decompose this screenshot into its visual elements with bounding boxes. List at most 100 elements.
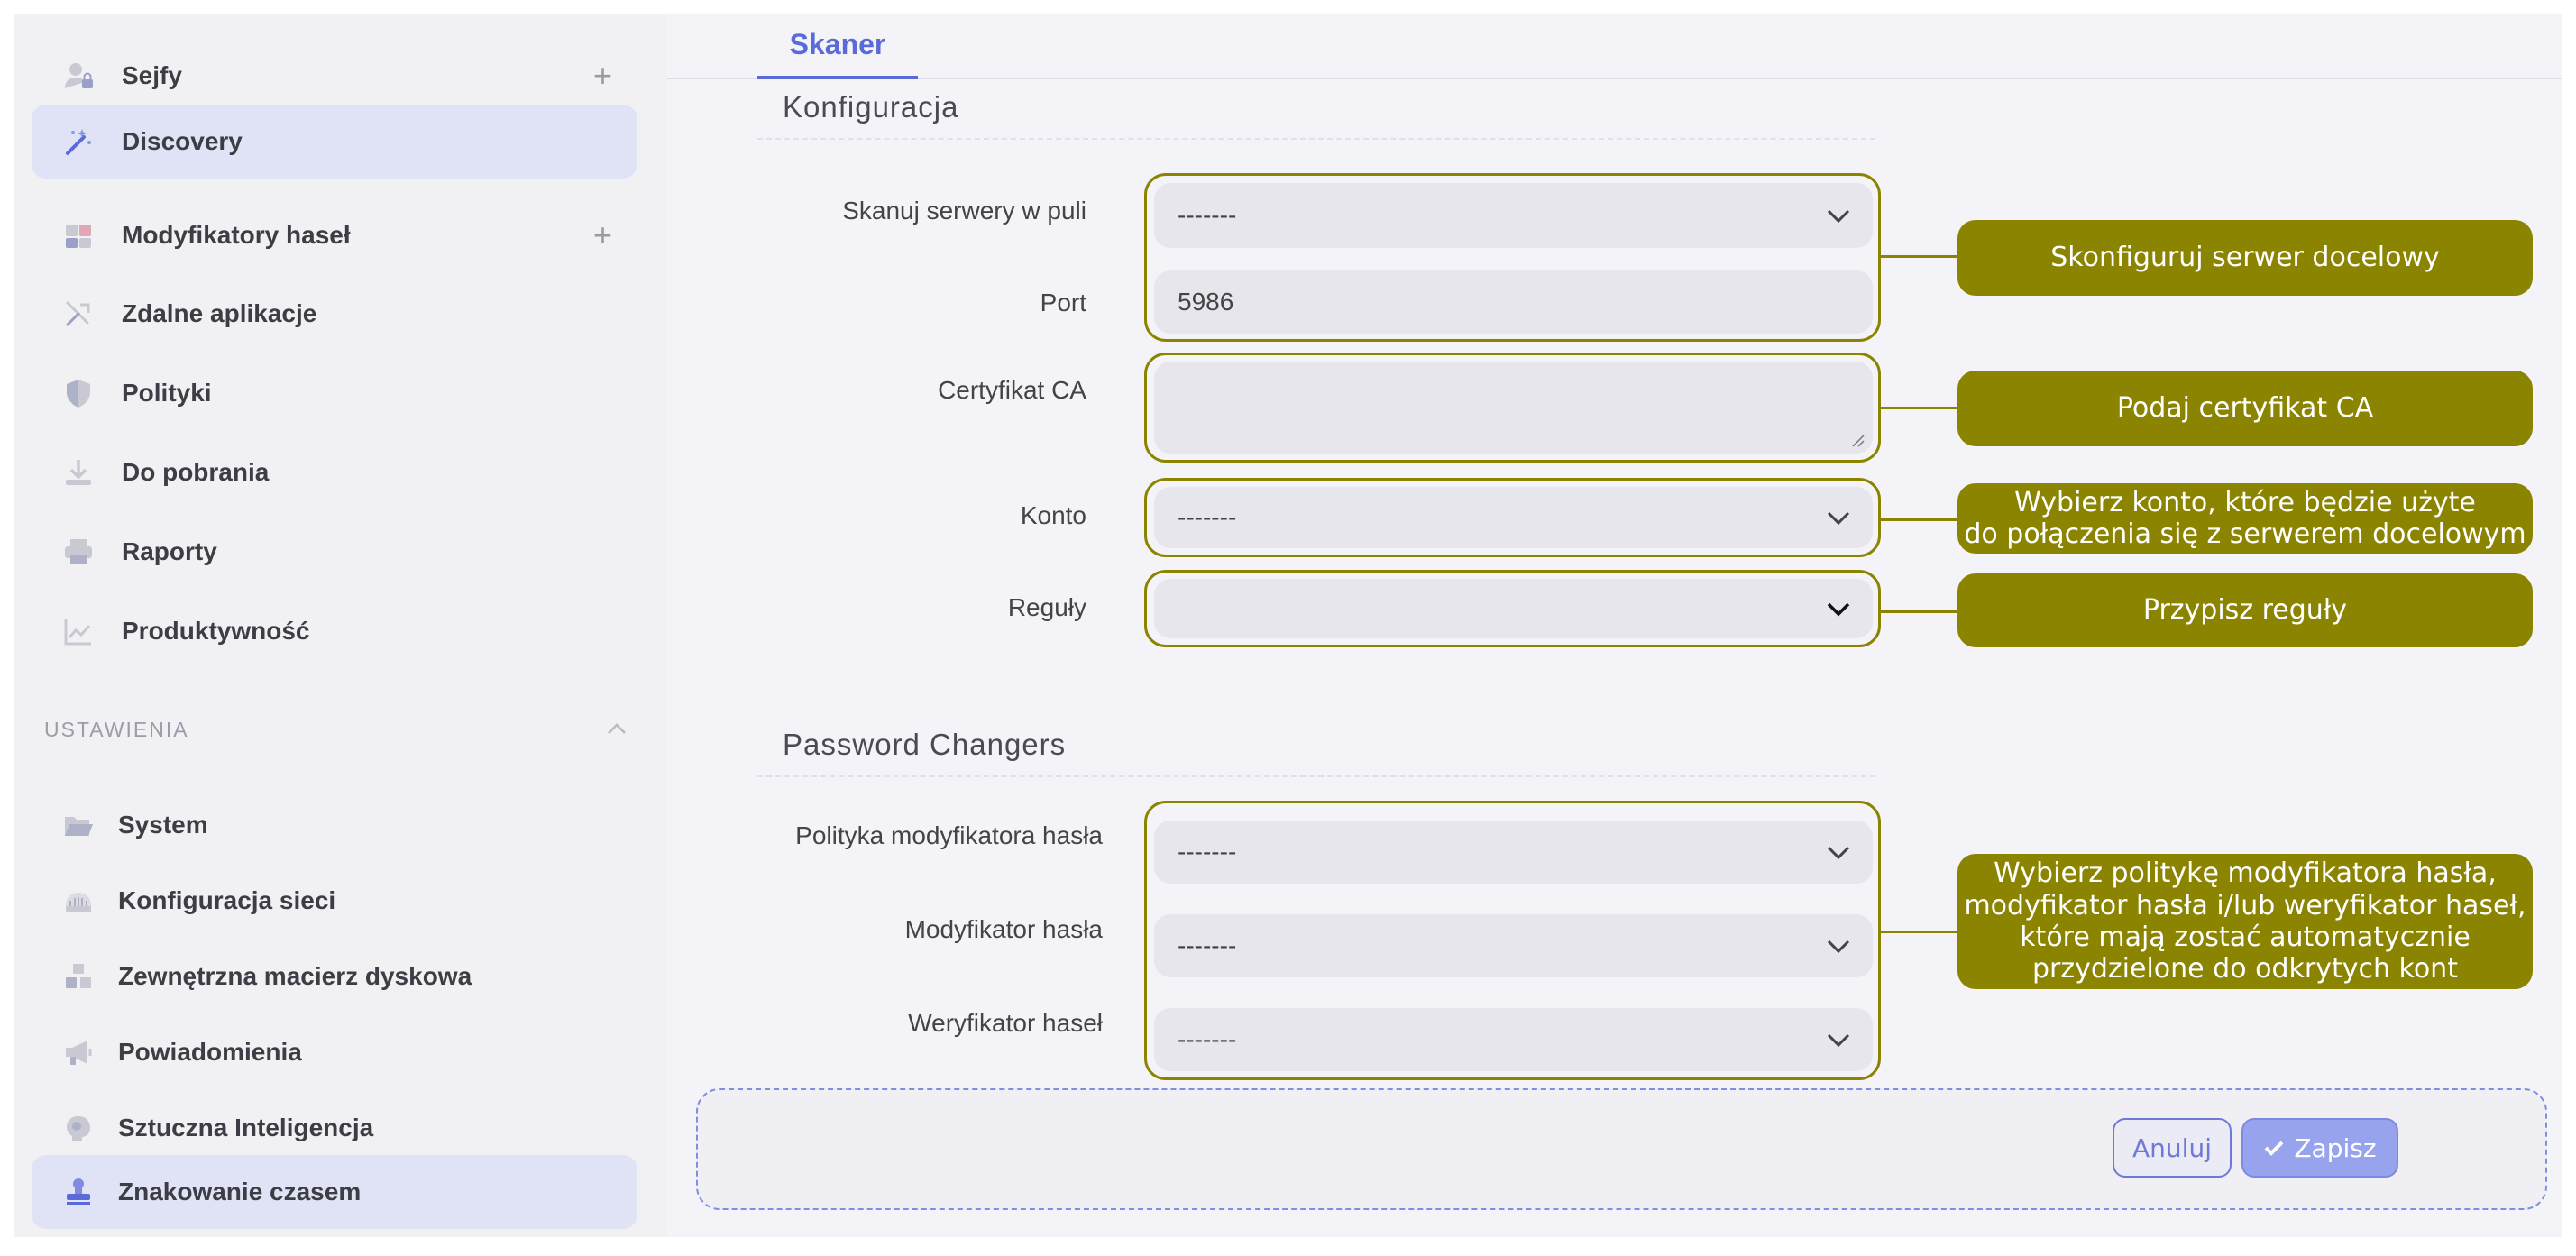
- sidebar-item-raporty[interactable]: Raporty: [32, 515, 637, 589]
- port-label: Port: [1040, 289, 1086, 316]
- callout-connector: [1881, 610, 1958, 613]
- puzzle-icon: [60, 217, 96, 253]
- callout-ca-certificate: Podaj certyfikat CA: [1957, 371, 2533, 446]
- sidebar-item-label: Modyfikatory haseł: [122, 221, 351, 249]
- callout-rules-text: Przypisz reguły: [2142, 594, 2348, 627]
- callout-connector: [1881, 931, 1958, 933]
- password-verifier-select[interactable]: -------: [1154, 1008, 1873, 1071]
- sidebar-item-znakowanie-czasem[interactable]: Znakowanie czasem: [32, 1155, 637, 1229]
- cancel-button[interactable]: Anuluj: [2113, 1118, 2232, 1178]
- shield-icon: [60, 375, 96, 411]
- add-password-modifier-button[interactable]: +: [593, 219, 612, 252]
- callout-connector: [1881, 407, 1958, 409]
- remote-apps-icon: [60, 296, 96, 332]
- password-verifier-value: -------: [1178, 1025, 1237, 1053]
- callout-password-changers: Wybierz politykę modyfikatora hasła, mod…: [1957, 854, 2533, 989]
- rules-select[interactable]: [1154, 579, 1873, 638]
- resize-handle-icon[interactable]: [1849, 432, 1866, 448]
- sidebar: Sejfy + Discovery Modyfikatory haseł + Z…: [14, 14, 667, 1237]
- sidebar-item-system[interactable]: System: [32, 788, 637, 862]
- section-title-konfiguracja: Konfiguracja: [783, 90, 959, 124]
- section-title-password-changers: Password Changers: [783, 728, 1067, 761]
- callout-connector: [1881, 255, 1958, 258]
- callout-changers-line: przydzielone do odkrytych kont: [2032, 953, 2458, 986]
- ca-certificate-label: Certyfikat CA: [938, 376, 1086, 404]
- sidebar-item-label: Sejfy: [122, 61, 182, 89]
- callout-account-line: Wybierz konto, które będzie użyte: [2014, 486, 2476, 518]
- account-select-value: -------: [1178, 503, 1237, 531]
- sidebar-item-label: Znakowanie czasem: [118, 1178, 362, 1206]
- sidebar-item-zdalne-aplikacje[interactable]: Zdalne aplikacje: [32, 277, 637, 351]
- callout-connector: [1881, 518, 1958, 521]
- password-changer-label: Modyfikator hasła: [904, 915, 1103, 943]
- changer-policy-value: -------: [1178, 838, 1237, 866]
- password-changer-value: -------: [1178, 931, 1237, 959]
- changer-policy-select[interactable]: -------: [1154, 821, 1873, 884]
- sidebar-item-discovery[interactable]: Discovery: [32, 105, 637, 179]
- magic-wand-icon: [60, 124, 96, 160]
- sidebar-item-label: Zdalne aplikacje: [122, 299, 317, 327]
- sidebar-item-zewnetrzna-macierz[interactable]: Zewnętrzna macierz dyskowa: [32, 940, 637, 1013]
- cancel-button-label: Anuluj: [2132, 1132, 2212, 1163]
- section-divider: [757, 775, 1875, 777]
- ca-certificate-textarea[interactable]: [1154, 362, 1873, 454]
- app-frame: Sejfy + Discovery Modyfikatory haseł + Z…: [14, 14, 2562, 1237]
- user-lock-icon: [60, 58, 96, 94]
- sidebar-item-do-pobrania[interactable]: Do pobrania: [32, 435, 637, 509]
- callout-changers-line: modyfikator hasła i/lub weryfikator hase…: [1964, 889, 2526, 921]
- sidebar-item-label: Discovery: [122, 127, 243, 155]
- account-select[interactable]: -------: [1154, 487, 1873, 548]
- callout-target-server-text: Skonfiguruj serwer docelowy: [2050, 242, 2440, 274]
- settings-section-header[interactable]: USTAWIENIA: [44, 703, 657, 757]
- trend-chart-icon: [60, 613, 96, 649]
- port-input-value: 5986: [1178, 288, 1234, 316]
- storage-boxes-icon: [60, 958, 96, 995]
- sidebar-item-label: Polityki: [122, 379, 212, 407]
- network-icon: [60, 883, 96, 919]
- account-label: Konto: [1020, 501, 1086, 529]
- callout-changers-line: Wybierz politykę modyfikatora hasła,: [1994, 857, 2497, 890]
- megaphone-icon: [60, 1034, 96, 1070]
- callout-account-line: do połączenia się z serwerem docelowym: [1964, 518, 2526, 550]
- sidebar-item-label: Raporty: [122, 537, 217, 565]
- scan-pool-label: Skanuj serwery w puli: [842, 197, 1086, 225]
- rules-label: Reguły: [1007, 593, 1086, 621]
- sidebar-item-sejfy[interactable]: Sejfy +: [32, 39, 637, 113]
- sidebar-item-label: Zewnętrzna macierz dyskowa: [118, 962, 472, 990]
- chevron-down-icon: [1827, 511, 1850, 526]
- stamp-icon: [60, 1174, 96, 1210]
- sidebar-item-label: Do pobrania: [122, 458, 270, 486]
- tab-bar: Skaner: [667, 14, 2562, 79]
- chevron-down-icon: [1827, 1033, 1850, 1048]
- callout-ca-certificate-text: Podaj certyfikat CA: [2116, 392, 2374, 425]
- callout-target-server: Skonfiguruj serwer docelowy: [1957, 220, 2533, 296]
- sidebar-item-powiadomienia[interactable]: Powiadomienia: [32, 1015, 637, 1089]
- callout-account: Wybierz konto, które będzie użyte do poł…: [1957, 483, 2533, 554]
- changer-policy-label: Polityka modyfikatora hasła: [795, 821, 1103, 849]
- sidebar-item-produktywnosc[interactable]: Produktywność: [32, 594, 637, 668]
- sidebar-item-label: Konfiguracja sieci: [118, 886, 336, 914]
- chevron-down-icon: [1827, 846, 1850, 860]
- sidebar-item-label: Sztuczna Inteligencja: [118, 1114, 374, 1141]
- scan-pool-select[interactable]: -------: [1154, 183, 1873, 248]
- printer-icon: [60, 534, 96, 570]
- sidebar-item-konfiguracja-sieci[interactable]: Konfiguracja sieci: [32, 864, 637, 938]
- save-button-label: Zapisz: [2294, 1132, 2377, 1163]
- add-vault-button[interactable]: +: [593, 60, 612, 92]
- sidebar-item-modyfikatory[interactable]: Modyfikatory haseł +: [32, 198, 637, 272]
- save-button[interactable]: Zapisz: [2241, 1118, 2398, 1178]
- sidebar-item-polityki[interactable]: Polityki: [32, 356, 637, 430]
- sidebar-item-label: Powiadomienia: [118, 1038, 302, 1066]
- check-icon: [2264, 1141, 2284, 1156]
- main-content: Skaner Konfiguracja Skanuj serwery w pul…: [667, 14, 2562, 1237]
- port-input[interactable]: 5986: [1154, 270, 1873, 334]
- chevron-up-icon: [608, 723, 626, 734]
- tab-skaner[interactable]: Skaner: [757, 14, 918, 79]
- settings-section-label: USTAWIENIA: [44, 718, 189, 741]
- password-changer-select[interactable]: -------: [1154, 914, 1873, 977]
- callout-changers-line: które mają zostać automatycznie: [2020, 921, 2471, 953]
- sidebar-item-sztuczna-inteligencja[interactable]: Sztuczna Inteligencja: [32, 1091, 637, 1165]
- download-icon: [60, 454, 96, 490]
- password-verifier-label: Weryfikator haseł: [908, 1009, 1103, 1037]
- chevron-down-icon: [1827, 940, 1850, 954]
